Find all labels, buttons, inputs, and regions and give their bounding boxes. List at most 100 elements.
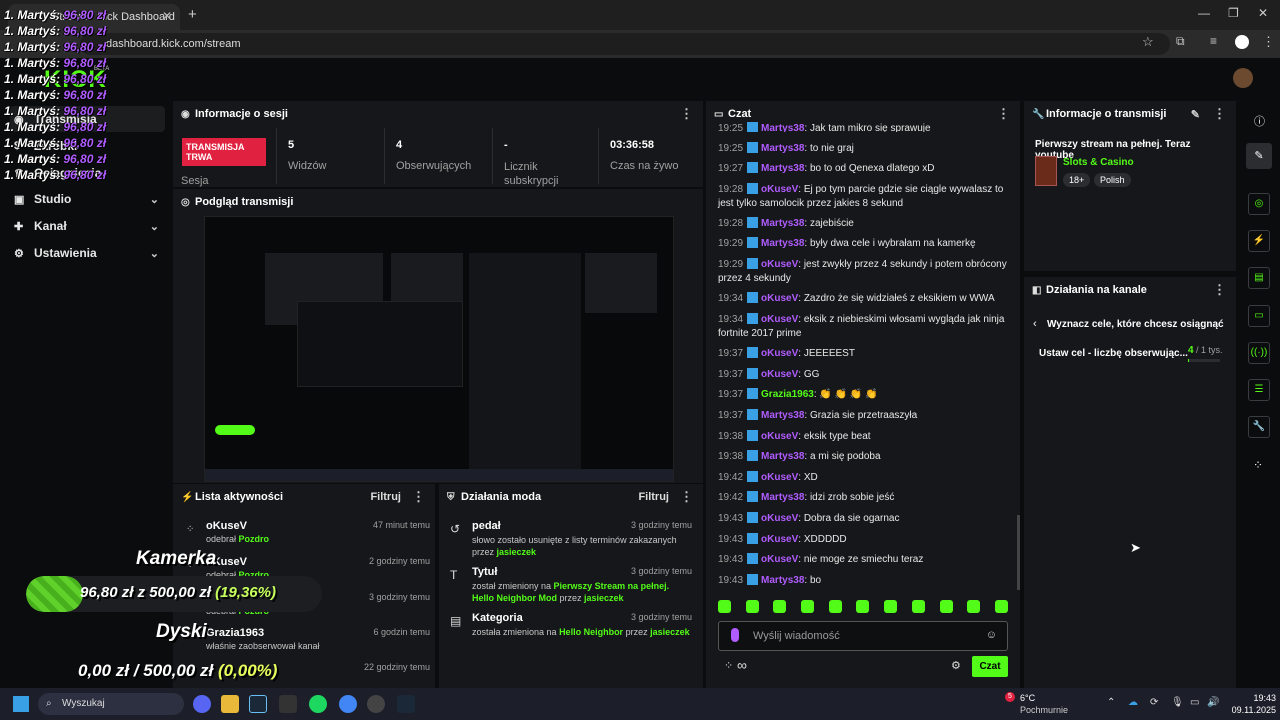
close-window-icon[interactable]: ✕ <box>1258 6 1268 20</box>
emote-icon[interactable] <box>773 600 787 613</box>
mod-filter-button[interactable]: Filtruj <box>638 491 669 503</box>
chat-username[interactable]: Grazia1963 <box>761 389 814 400</box>
bookmark-star-icon[interactable]: ☆ <box>1142 34 1154 50</box>
back-icon[interactable]: ‹ <box>1033 318 1037 330</box>
sidebar-item-studio[interactable]: ▣ Studio ⌄ <box>10 186 165 212</box>
more-icon[interactable]: ⋮ <box>1213 282 1226 298</box>
volume-icon[interactable]: 🔊 <box>1207 697 1219 708</box>
profile-avatar[interactable] <box>1235 35 1249 49</box>
emote-icon[interactable] <box>801 600 815 613</box>
clock-time[interactable]: 19:43 <box>1230 693 1276 703</box>
media-icon[interactable]: ≡ <box>1210 34 1217 48</box>
emoji-icon[interactable]: ☺ <box>986 629 997 641</box>
mic-icon[interactable] <box>731 628 739 642</box>
chat-username[interactable]: oKuseV <box>761 472 798 483</box>
sidebar-item-ustawienia[interactable]: ⚙ Ustawienia ⌄ <box>10 240 165 266</box>
document-icon[interactable]: ▤ <box>1248 267 1270 289</box>
address-bar[interactable]: dashboard.kick.com/stream <box>80 33 1170 55</box>
emote-icon[interactable] <box>994 600 1008 613</box>
stream-preview-video[interactable] <box>204 216 674 482</box>
infinity-icon[interactable]: ∞ <box>737 657 747 673</box>
chat-username[interactable]: oKuseV <box>761 348 798 359</box>
chat-username[interactable]: oKuseV <box>761 513 798 524</box>
taskbar-search[interactable]: ⌕ Wyszukaj <box>38 693 184 715</box>
file-explorer-icon[interactable] <box>221 695 239 713</box>
goal-label[interactable]: Ustaw cel - liczbę obserwując... <box>1039 348 1188 359</box>
extensions-icon[interactable]: ⧉ <box>1176 34 1185 49</box>
emote-icon[interactable] <box>828 600 842 613</box>
chat-username[interactable]: oKuseV <box>761 554 798 565</box>
close-tab-icon[interactable]: ✕ <box>162 9 172 23</box>
chat-send-button[interactable]: Czat <box>972 656 1008 677</box>
spotify-icon[interactable] <box>309 695 327 713</box>
broadcast-icon[interactable]: ((·)) <box>1248 342 1270 364</box>
chat-username[interactable]: oKuseV <box>761 184 798 195</box>
emote-icon[interactable] <box>911 600 925 613</box>
steam-app-icon[interactable] <box>397 695 415 713</box>
chat-username[interactable]: Martys38 <box>761 451 804 462</box>
activity-filter-button[interactable]: Filtruj <box>370 491 401 503</box>
chat-username[interactable]: oKuseV <box>761 534 798 545</box>
tray-chevron-icon[interactable]: ⌃ <box>1107 697 1115 708</box>
emote-icon[interactable] <box>884 600 898 613</box>
sidebar-item-kanal[interactable]: ✚ Kanał ⌄ <box>10 213 165 239</box>
chat-username[interactable]: Martys38 <box>761 492 804 503</box>
maximize-icon[interactable]: ❐ <box>1228 6 1239 20</box>
emote-icon[interactable] <box>939 600 953 613</box>
steam-icon[interactable] <box>249 695 267 713</box>
more-icon[interactable]: ⋮ <box>997 106 1010 122</box>
obs-icon[interactable] <box>367 695 385 713</box>
dots-icon[interactable]: ⁘ <box>724 659 733 672</box>
list-icon[interactable]: ☰ <box>1248 379 1270 401</box>
chat-username[interactable]: Martys38 <box>761 143 804 154</box>
more-icon[interactable]: ⋮ <box>412 489 425 505</box>
apps-icon[interactable]: ⁘ <box>1253 458 1263 472</box>
chat-username[interactable]: oKuseV <box>761 259 798 270</box>
minimize-icon[interactable]: — <box>1198 6 1210 20</box>
chat-input[interactable]: Wyślij wiadomość ☺ <box>718 621 1008 651</box>
more-icon[interactable]: ⋮ <box>1213 106 1226 122</box>
chat-username[interactable]: oKuseV <box>761 314 798 325</box>
activity-user[interactable]: oKuseV <box>206 520 247 532</box>
chat-username[interactable]: Martys38 <box>761 218 804 229</box>
browser-menu-icon[interactable]: ⋮ <box>1262 34 1275 50</box>
category-link[interactable]: Slots & Casino <box>1063 157 1134 168</box>
chat-timestamp: 19:38 <box>718 451 744 462</box>
edit-mode-button[interactable]: ✎ <box>1246 143 1272 169</box>
wrench-icon[interactable]: 🔧 <box>1248 416 1270 438</box>
chrome-icon[interactable] <box>339 695 357 713</box>
new-tab-icon[interactable]: + <box>188 6 202 23</box>
emote-icon[interactable] <box>718 600 731 613</box>
chat-username[interactable]: Martys38 <box>761 575 804 586</box>
lightning-icon[interactable]: ⚡ <box>1248 230 1270 252</box>
discord-icon[interactable] <box>193 695 211 713</box>
chat-settings-icon[interactable]: ⚙ <box>951 659 961 672</box>
chat-username[interactable]: Martys38 <box>761 123 804 133</box>
windows-start-icon[interactable] <box>13 696 29 712</box>
chat-username[interactable]: oKuseV <box>761 431 798 442</box>
emote-icon[interactable] <box>745 600 759 613</box>
chat-username[interactable]: oKuseV <box>761 369 798 380</box>
sync-icon[interactable]: ⟳ <box>1150 697 1158 708</box>
epic-games-icon[interactable] <box>279 695 297 713</box>
chat-bubble-icon[interactable]: ▭ <box>1248 305 1270 327</box>
chat-scrollbar[interactable] <box>1017 515 1020 590</box>
more-icon[interactable]: ⋮ <box>680 489 693 505</box>
more-icon[interactable]: ⋮ <box>680 106 693 122</box>
chat-username[interactable]: Martys38 <box>761 238 804 249</box>
emote-icon[interactable] <box>856 600 870 613</box>
chat-username[interactable]: Martys38 <box>761 410 804 421</box>
camera-icon[interactable]: ◎ <box>1248 193 1270 215</box>
activity-user[interactable]: Grazia1963 <box>206 627 264 639</box>
user-avatar[interactable] <box>1233 68 1253 88</box>
info-icon[interactable]: ⓘ <box>1254 113 1265 129</box>
weather-temp[interactable]: 6°C <box>1020 693 1035 703</box>
chat-username[interactable]: Martys38 <box>761 163 804 174</box>
network-icon[interactable]: ▭ <box>1190 697 1199 708</box>
edit-icon[interactable]: ✎ <box>1191 108 1200 121</box>
chat-username[interactable]: oKuseV <box>761 293 798 304</box>
mic-tray-icon[interactable]: 🎙 <box>1171 697 1184 708</box>
emote-icon[interactable] <box>967 600 981 613</box>
onedrive-icon[interactable]: ☁ <box>1128 697 1138 708</box>
overlay-donation-line: 1. Martyś: 96,80 zł <box>4 88 106 102</box>
